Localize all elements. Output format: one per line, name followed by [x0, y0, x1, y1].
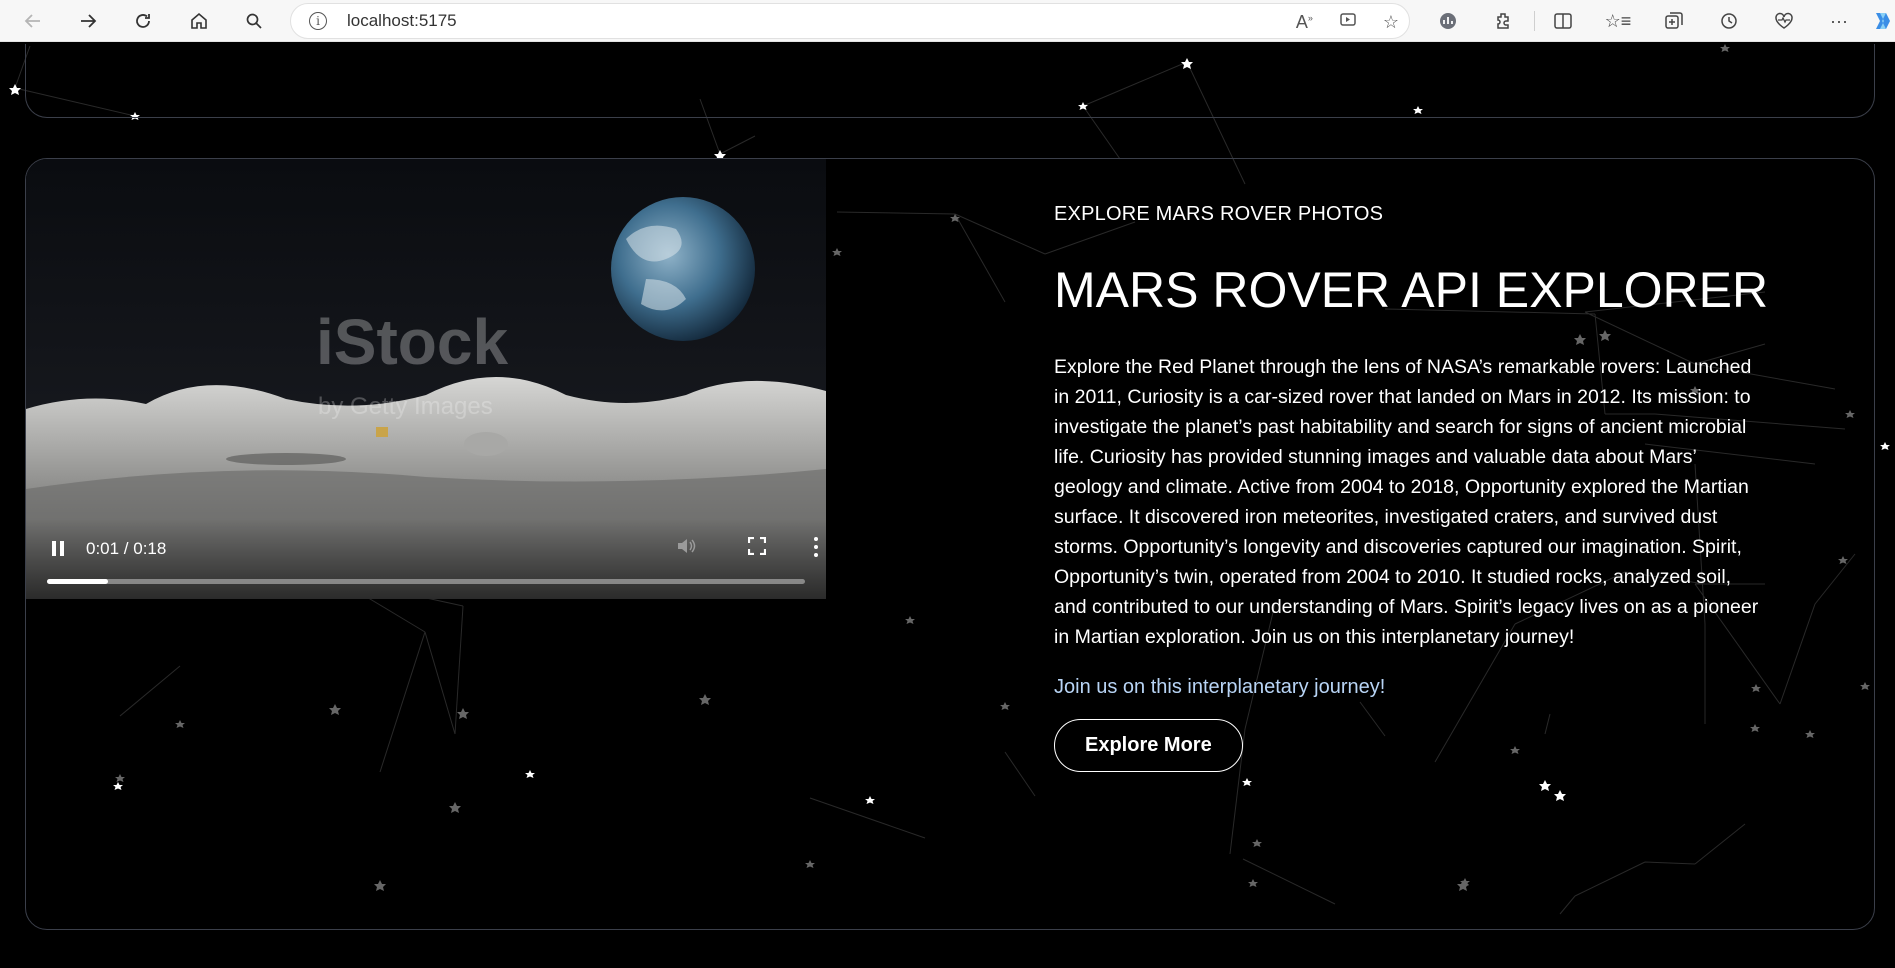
home-icon[interactable]: [181, 3, 217, 39]
search-icon[interactable]: [236, 3, 272, 39]
split-screen-icon[interactable]: [1545, 3, 1581, 39]
more-menu-icon[interactable]: ···: [1821, 3, 1857, 39]
video-progress-fill: [47, 579, 108, 584]
url-text[interactable]: localhost:5175: [347, 11, 457, 31]
back-icon[interactable]: [15, 3, 51, 39]
browser-toolbar: i localhost:5175 A» ☆ ☆≡ ···: [0, 0, 1895, 42]
fullscreen-icon[interactable]: [748, 537, 766, 555]
hero-content: EXPLORE MARS ROVER PHOTOS MARS ROVER API…: [1054, 203, 1774, 772]
address-bar[interactable]: i localhost:5175 A» ☆: [290, 3, 1410, 39]
site-info-icon[interactable]: i: [309, 12, 327, 30]
read-aloud-icon[interactable]: A»: [1296, 12, 1313, 33]
pause-icon[interactable]: [48, 538, 68, 558]
copilot-icon[interactable]: [1868, 3, 1895, 39]
hero-tagline: Join us on this interplanetary journey!: [1054, 676, 1386, 698]
controls-gradient: [26, 519, 826, 599]
svg-text:by Getty Images: by Getty Images: [318, 393, 493, 420]
toolbar-separator: [1534, 11, 1535, 31]
page-viewport: iStock by Getty Images 0:01 / 0:18 EXPLO…: [5, 44, 1895, 968]
video-progress-bar[interactable]: [47, 579, 805, 584]
history-icon[interactable]: [1711, 3, 1747, 39]
svg-text:iStock: iStock: [316, 306, 508, 378]
browser-essentials-icon[interactable]: [1430, 3, 1466, 39]
immersive-reader-icon[interactable]: [1339, 11, 1357, 34]
favorites-icon[interactable]: ☆≡: [1600, 3, 1636, 39]
video-player[interactable]: iStock by Getty Images 0:01 / 0:18: [26, 159, 826, 599]
previous-section-card: [25, 44, 1875, 118]
extensions-icon[interactable]: [1485, 3, 1521, 39]
collections-icon[interactable]: [1656, 3, 1692, 39]
hero-card: iStock by Getty Images 0:01 / 0:18 EXPLO…: [25, 158, 1875, 930]
performance-icon[interactable]: [1766, 3, 1802, 39]
hero-eyebrow: EXPLORE MARS ROVER PHOTOS: [1054, 203, 1384, 225]
explore-more-button[interactable]: Explore More: [1054, 719, 1243, 772]
video-time: 0:01 / 0:18: [86, 539, 167, 558]
video-more-options-icon[interactable]: [813, 537, 819, 557]
forward-icon[interactable]: [70, 3, 106, 39]
favorite-star-icon[interactable]: ☆: [1383, 12, 1399, 33]
hero-title: MARS ROVER API EXPLORER: [1054, 262, 1769, 318]
reload-icon[interactable]: [125, 3, 161, 39]
hero-description: Explore the Red Planet through the lens …: [1054, 356, 1759, 648]
